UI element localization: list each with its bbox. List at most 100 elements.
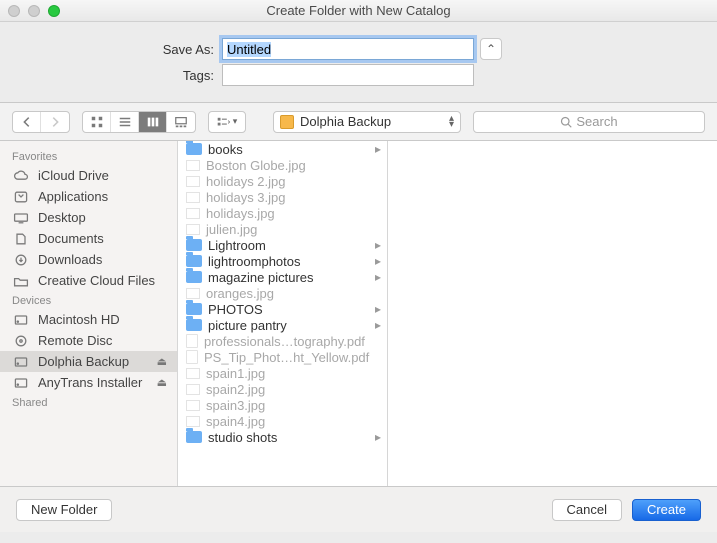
folder-row[interactable]: books▸ xyxy=(178,141,387,157)
file-name: julien.jpg xyxy=(206,222,257,237)
chevron-right-icon: ▸ xyxy=(375,142,381,156)
folder-icon xyxy=(186,431,202,443)
view-gallery-button[interactable] xyxy=(167,112,195,132)
sidebar-item-label: Dolphia Backup xyxy=(38,354,129,369)
file-row: oranges.jpg xyxy=(178,285,387,301)
image-icon xyxy=(186,224,200,235)
sidebar-item-label: Remote Disc xyxy=(38,333,112,348)
view-columns-button[interactable] xyxy=(139,112,167,132)
sidebar-item-anytrans-installer[interactable]: AnyTrans Installer⏏ xyxy=(0,372,177,393)
image-icon xyxy=(186,400,200,411)
file-name: Boston Globe.jpg xyxy=(206,158,306,173)
chevron-right-icon: ▸ xyxy=(375,318,381,332)
view-segmented xyxy=(82,111,196,133)
file-name: holidays.jpg xyxy=(206,206,275,221)
chevron-right-icon: ▸ xyxy=(375,254,381,268)
sidebar-item-label: Desktop xyxy=(38,210,86,225)
save-as-input[interactable] xyxy=(222,38,474,60)
file-row: spain3.jpg xyxy=(178,397,387,413)
gallery-icon xyxy=(174,115,188,129)
folder-icon xyxy=(186,319,202,331)
nav-segmented xyxy=(12,111,70,133)
file-name: spain2.jpg xyxy=(206,382,265,397)
file-name: holidays 3.jpg xyxy=(206,190,286,205)
file-name: professionals…tography.pdf xyxy=(204,334,365,349)
image-icon xyxy=(186,288,200,299)
sidebar-item-desktop[interactable]: Desktop xyxy=(0,207,177,228)
sidebar-item-creative-cloud-files[interactable]: Creative Cloud Files xyxy=(0,270,177,291)
sidebar-item-applications[interactable]: Applications xyxy=(0,186,177,207)
tags-input[interactable] xyxy=(222,64,474,86)
file-name: Lightroom xyxy=(208,238,266,253)
file-name: spain1.jpg xyxy=(206,366,265,381)
group-icon xyxy=(217,115,231,129)
folder-icon xyxy=(186,271,202,283)
hd-icon xyxy=(12,376,30,390)
search-field[interactable]: Search xyxy=(473,111,705,133)
folder-row[interactable]: PHOTOS▸ xyxy=(178,301,387,317)
folder-row[interactable]: Lightroom▸ xyxy=(178,237,387,253)
file-row: holidays 2.jpg xyxy=(178,173,387,189)
sidebar-item-documents[interactable]: Documents xyxy=(0,228,177,249)
file-name: studio shots xyxy=(208,430,277,445)
file-name: spain3.jpg xyxy=(206,398,265,413)
location-popup[interactable]: Dolphia Backup ▴▾ xyxy=(273,111,461,133)
view-list-button[interactable] xyxy=(111,112,139,132)
folder-row[interactable]: magazine pictures▸ xyxy=(178,269,387,285)
folder-row[interactable]: lightroomphotos ▸ xyxy=(178,253,387,269)
file-name: lightroomphotos xyxy=(208,254,301,269)
file-name: holidays 2.jpg xyxy=(206,174,286,189)
file-name: PHOTOS xyxy=(208,302,263,317)
disc-icon xyxy=(12,334,30,348)
minimize-icon[interactable] xyxy=(28,5,40,17)
preview-column xyxy=(388,141,717,486)
sidebar-item-macintosh-hd[interactable]: Macintosh HD xyxy=(0,309,177,330)
sidebar-item-icloud-drive[interactable]: iCloud Drive xyxy=(0,165,177,186)
file-name: oranges.jpg xyxy=(206,286,274,301)
sidebar-header-devices: Devices xyxy=(0,291,177,309)
file-row: professionals…tography.pdf xyxy=(178,333,387,349)
image-icon xyxy=(186,416,200,427)
chevron-left-icon xyxy=(20,115,34,129)
sidebar-item-label: Documents xyxy=(38,231,104,246)
file-row: spain4.jpg xyxy=(178,413,387,429)
eject-icon[interactable]: ⏏ xyxy=(157,376,167,389)
hd-icon xyxy=(12,355,30,369)
desktop-icon xyxy=(12,211,30,225)
expand-collapse-button[interactable]: ⌃ xyxy=(480,38,502,60)
close-icon[interactable] xyxy=(8,5,20,17)
view-icons-button[interactable] xyxy=(83,112,111,132)
cloud-icon xyxy=(12,169,30,183)
zoom-icon[interactable] xyxy=(48,5,60,17)
chevron-down-icon: ▾ xyxy=(233,116,238,127)
group-by-button[interactable]: ▾ xyxy=(208,111,246,133)
sidebar-item-downloads[interactable]: Downloads xyxy=(0,249,177,270)
doc-icon xyxy=(12,232,30,246)
file-row: julien.jpg xyxy=(178,221,387,237)
sidebar-item-dolphia-backup[interactable]: Dolphia Backup ⏏ xyxy=(0,351,177,372)
image-icon xyxy=(186,368,200,379)
save-as-label: Save As: xyxy=(0,42,222,57)
tags-label: Tags: xyxy=(0,68,222,83)
back-button[interactable] xyxy=(13,112,41,132)
cancel-button[interactable]: Cancel xyxy=(552,499,622,521)
file-name: PS_Tip_Phot…ht_Yellow.pdf xyxy=(204,350,369,365)
disk-icon xyxy=(280,115,294,129)
eject-icon[interactable]: ⏏ xyxy=(157,355,167,368)
bottom-bar: New Folder Cancel Create xyxy=(0,486,717,532)
new-folder-button[interactable]: New Folder xyxy=(16,499,112,521)
file-name: magazine pictures xyxy=(208,270,314,285)
browser-toolbar: ▾ Dolphia Backup ▴▾ Search xyxy=(0,103,717,141)
file-column[interactable]: books▸Boston Globe.jpgholidays 2.jpgholi… xyxy=(178,141,388,486)
columns-icon xyxy=(146,115,160,129)
sidebar-item-remote-disc[interactable]: Remote Disc xyxy=(0,330,177,351)
file-icon xyxy=(186,334,198,348)
folder-row[interactable]: studio shots▸ xyxy=(178,429,387,445)
forward-button[interactable] xyxy=(41,112,69,132)
search-placeholder: Search xyxy=(576,114,617,129)
image-icon xyxy=(186,208,200,219)
image-icon xyxy=(186,160,200,171)
save-controls: Save As: ⌃ Tags: xyxy=(0,22,717,103)
folder-row[interactable]: picture pantry▸ xyxy=(178,317,387,333)
create-button[interactable]: Create xyxy=(632,499,701,521)
